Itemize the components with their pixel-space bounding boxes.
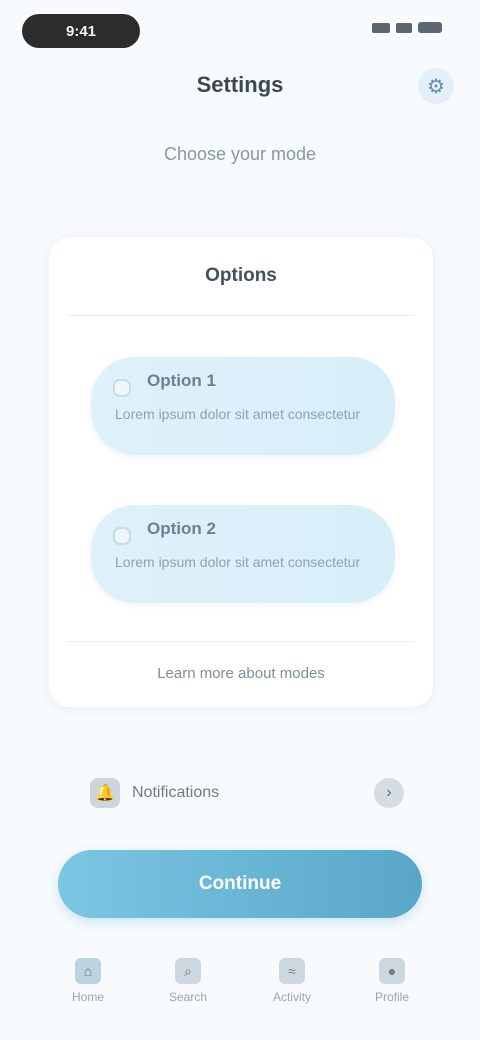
profile-icon: ● <box>379 958 405 984</box>
card-divider-bottom <box>67 641 415 642</box>
gear-icon: ⚙ <box>427 75 445 98</box>
header: Settings ⚙ <box>0 60 480 110</box>
option-1[interactable]: Option 1 Lorem ipsum dolor sit amet cons… <box>91 357 395 455</box>
bell-icon: 🔔 <box>90 778 120 808</box>
search-icon: ⌕ <box>175 958 201 984</box>
page-title: Settings <box>196 72 284 97</box>
continue-button[interactable]: Continue <box>58 850 422 918</box>
tab-activity[interactable]: ≈ Activity <box>252 952 332 1012</box>
settings-button[interactable]: ⚙ <box>418 68 454 104</box>
battery-icon <box>418 22 442 33</box>
tab-profile[interactable]: ● Profile <box>352 952 432 1012</box>
status-bar: 9:41 <box>0 0 480 62</box>
chevron-right-icon: › <box>374 778 404 808</box>
option-label: Option 2 <box>147 519 216 538</box>
option-description: Lorem ipsum dolor sit amet consectetur <box>115 554 361 570</box>
home-icon: ⌂ <box>75 958 101 984</box>
notifications-row[interactable]: 🔔 Notifications › <box>78 772 408 816</box>
radio-icon <box>113 527 131 545</box>
activity-icon: ≈ <box>279 958 305 984</box>
option-2[interactable]: Option 2 Lorem ipsum dolor sit amet cons… <box>91 505 395 603</box>
tab-label: Profile <box>374 990 409 1004</box>
tab-search[interactable]: ⌕ Search <box>148 952 228 1012</box>
tab-label: Home <box>71 990 104 1004</box>
card-title: Options <box>205 265 277 286</box>
tab-label: Activity <box>272 990 311 1004</box>
signal-icon <box>372 22 390 33</box>
tab-label: Search <box>168 990 208 1004</box>
learn-more-link[interactable]: Learn more about modes <box>49 665 433 682</box>
radio-icon <box>113 379 131 397</box>
page-subtitle: Choose your mode <box>163 144 317 164</box>
tab-home[interactable]: ⌂ Home <box>48 952 128 1012</box>
option-label: Option 1 <box>147 371 216 390</box>
row-label: Notifications <box>132 784 220 801</box>
status-time: 9:41 <box>22 14 140 48</box>
wifi-icon <box>396 22 412 33</box>
card-divider-top <box>67 315 415 316</box>
option-description: Lorem ipsum dolor sit amet consectetur <box>115 406 361 422</box>
system-icons <box>372 22 442 33</box>
tab-bar: ⌂ Home ⌕ Search ≈ Activity ● Profile <box>0 952 480 1040</box>
options-card: Options Option 1 Lorem ipsum dolor sit a… <box>48 236 434 708</box>
